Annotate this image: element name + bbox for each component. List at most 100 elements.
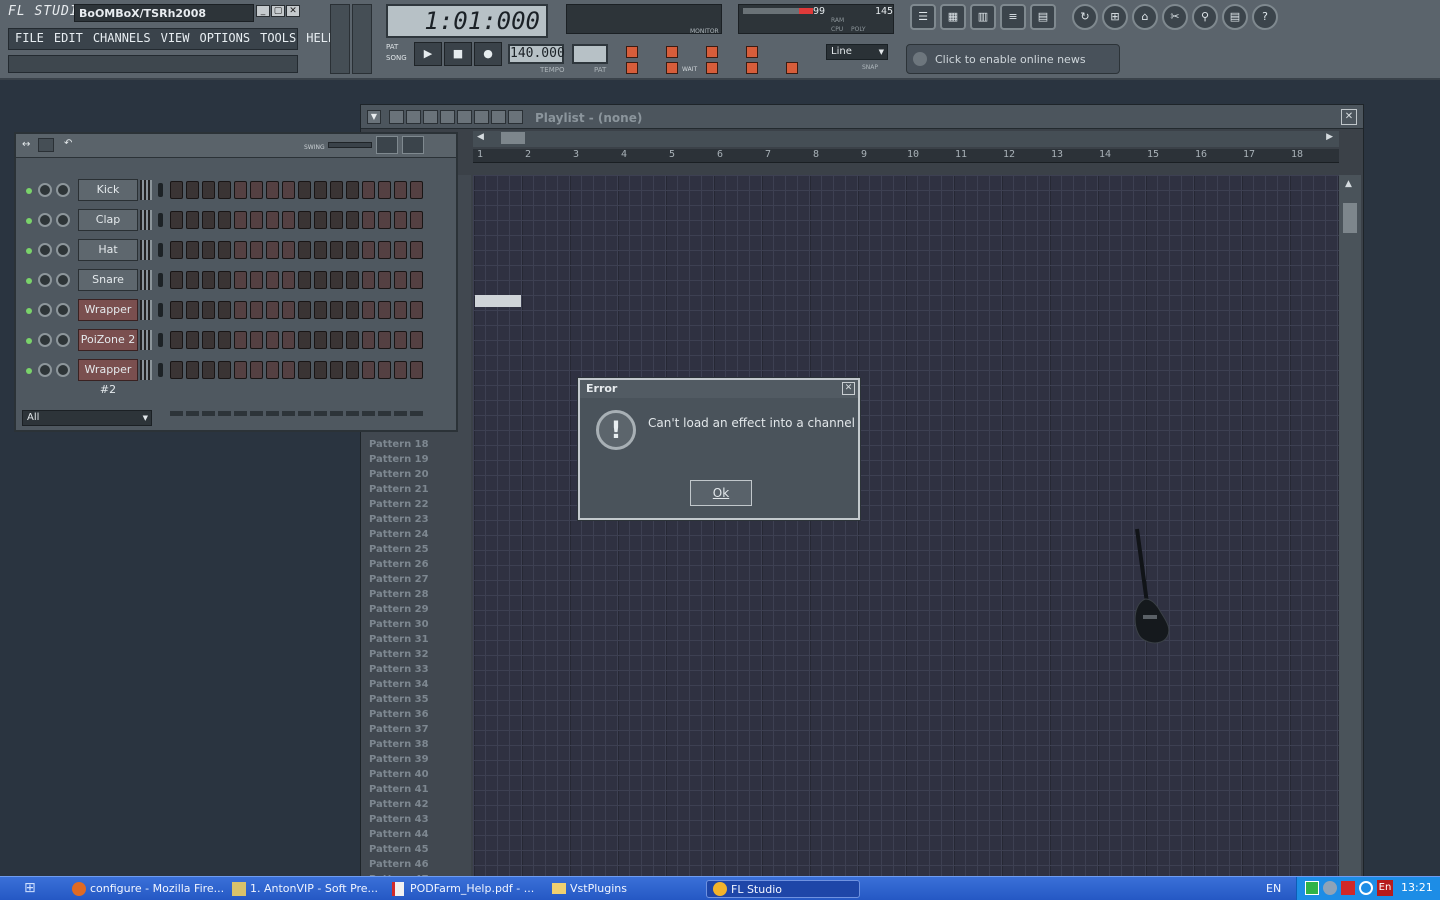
step-button[interactable]: [394, 271, 407, 289]
step-button[interactable]: [346, 361, 359, 379]
volume-knob[interactable]: [56, 213, 70, 227]
channel-led-icon[interactable]: [26, 278, 32, 284]
list-item[interactable]: Pattern 30: [361, 617, 471, 632]
step-button[interactable]: [298, 181, 311, 199]
step-button[interactable]: [202, 181, 215, 199]
keyboard-editor-icon[interactable]: [402, 136, 424, 154]
step-button[interactable]: [266, 241, 279, 259]
pan-knob[interactable]: [38, 273, 52, 287]
piano-roll-window-icon[interactable]: ▥: [970, 4, 996, 30]
step-button[interactable]: [298, 271, 311, 289]
undo-icon[interactable]: ↶: [64, 138, 72, 149]
channel-select-strip[interactable]: [140, 180, 152, 200]
list-item[interactable]: Pattern 25: [361, 542, 471, 557]
step-button[interactable]: [346, 181, 359, 199]
step-button[interactable]: [378, 181, 391, 199]
step-button[interactable]: [298, 241, 311, 259]
step-button[interactable]: [314, 361, 327, 379]
pan-knob[interactable]: [38, 213, 52, 227]
channel-mute-bar[interactable]: [158, 333, 163, 347]
channel-select-strip[interactable]: [140, 330, 152, 350]
taskbar-item-fl-studio[interactable]: FL Studio: [706, 880, 860, 898]
list-item[interactable]: Pattern 42: [361, 797, 471, 812]
step-button[interactable]: [362, 301, 375, 319]
step-button[interactable]: [170, 241, 183, 259]
list-item[interactable]: Pattern 24: [361, 527, 471, 542]
draw-tool-icon[interactable]: [389, 110, 404, 124]
step-button[interactable]: [346, 211, 359, 229]
step-button[interactable]: [346, 301, 359, 319]
channel-button[interactable]: Kick: [78, 179, 138, 201]
step-button[interactable]: [202, 271, 215, 289]
list-item[interactable]: Pattern 27: [361, 572, 471, 587]
step-button[interactable]: [378, 301, 391, 319]
step-button[interactable]: [266, 301, 279, 319]
document-icon[interactable]: ▤: [1222, 4, 1248, 30]
step-button[interactable]: [378, 241, 391, 259]
mixer-window-icon[interactable]: ▤: [1030, 4, 1056, 30]
step-button[interactable]: [314, 301, 327, 319]
step-button[interactable]: [186, 271, 199, 289]
tray-circle-icon[interactable]: [1359, 881, 1373, 895]
step-button[interactable]: [170, 271, 183, 289]
pattern-display[interactable]: [572, 44, 608, 64]
step-button[interactable]: [330, 181, 343, 199]
channel-button[interactable]: Wrapper: [78, 299, 138, 321]
list-item[interactable]: Pattern 34: [361, 677, 471, 692]
countdown-toggle[interactable]: [666, 46, 678, 58]
volume-knob[interactable]: [56, 303, 70, 317]
list-item[interactable]: Pattern 22: [361, 497, 471, 512]
metronome-toggle[interactable]: [626, 46, 638, 58]
step-button[interactable]: [266, 211, 279, 229]
step-button[interactable]: [282, 271, 295, 289]
step-button[interactable]: [330, 271, 343, 289]
step-button[interactable]: [314, 211, 327, 229]
step-button[interactable]: [218, 211, 231, 229]
step-button[interactable]: [218, 181, 231, 199]
step-button[interactable]: [170, 301, 183, 319]
step-button[interactable]: [314, 271, 327, 289]
record-button[interactable]: ●: [474, 42, 502, 66]
step-button[interactable]: [218, 331, 231, 349]
list-item[interactable]: Pattern 38: [361, 737, 471, 752]
step-button[interactable]: [394, 181, 407, 199]
step-button[interactable]: [282, 211, 295, 229]
select-tool-icon[interactable]: [474, 110, 489, 124]
menu-options[interactable]: OPTIONS: [200, 31, 251, 47]
step-button[interactable]: [394, 331, 407, 349]
delete-tool-icon[interactable]: [423, 110, 438, 124]
stop-button[interactable]: ■: [444, 42, 472, 66]
list-item[interactable]: Pattern 31: [361, 632, 471, 647]
list-item[interactable]: Pattern 36: [361, 707, 471, 722]
scroll-up-icon[interactable]: ▲: [1345, 179, 1352, 189]
volume-knob[interactable]: [56, 333, 70, 347]
scroll-right-icon[interactable]: ▶: [1326, 132, 1333, 142]
vertical-scrollbar[interactable]: ▲: [1339, 175, 1361, 881]
playlist-clip[interactable]: [475, 295, 521, 307]
channel-button[interactable]: Hat: [78, 239, 138, 261]
pan-knob[interactable]: [38, 363, 52, 377]
zoom-tool-icon[interactable]: [491, 110, 506, 124]
step-button[interactable]: [250, 181, 263, 199]
export-icon[interactable]: ⌂: [1132, 4, 1158, 30]
step-button[interactable]: [234, 271, 247, 289]
list-item[interactable]: Pattern 18: [361, 437, 471, 452]
step-button[interactable]: [186, 241, 199, 259]
channel-mute-bar[interactable]: [158, 363, 163, 377]
step-button[interactable]: [218, 271, 231, 289]
step-button[interactable]: [218, 361, 231, 379]
horizontal-scrollbar[interactable]: ◀ ▶: [473, 131, 1339, 147]
channel-mute-bar[interactable]: [158, 243, 163, 257]
minimize-icon[interactable]: _: [256, 5, 270, 17]
list-item[interactable]: Pattern 40: [361, 767, 471, 782]
step-button[interactable]: [250, 211, 263, 229]
channel-filter-select[interactable]: All ▼: [22, 410, 152, 426]
channel-led-icon[interactable]: [26, 188, 32, 194]
menu-icon[interactable]: [38, 138, 54, 152]
list-item[interactable]: Pattern 28: [361, 587, 471, 602]
help-icon[interactable]: ?: [1252, 4, 1278, 30]
step-button[interactable]: [186, 211, 199, 229]
list-item[interactable]: Pattern 20: [361, 467, 471, 482]
step-button[interactable]: [314, 331, 327, 349]
step-button[interactable]: [186, 361, 199, 379]
